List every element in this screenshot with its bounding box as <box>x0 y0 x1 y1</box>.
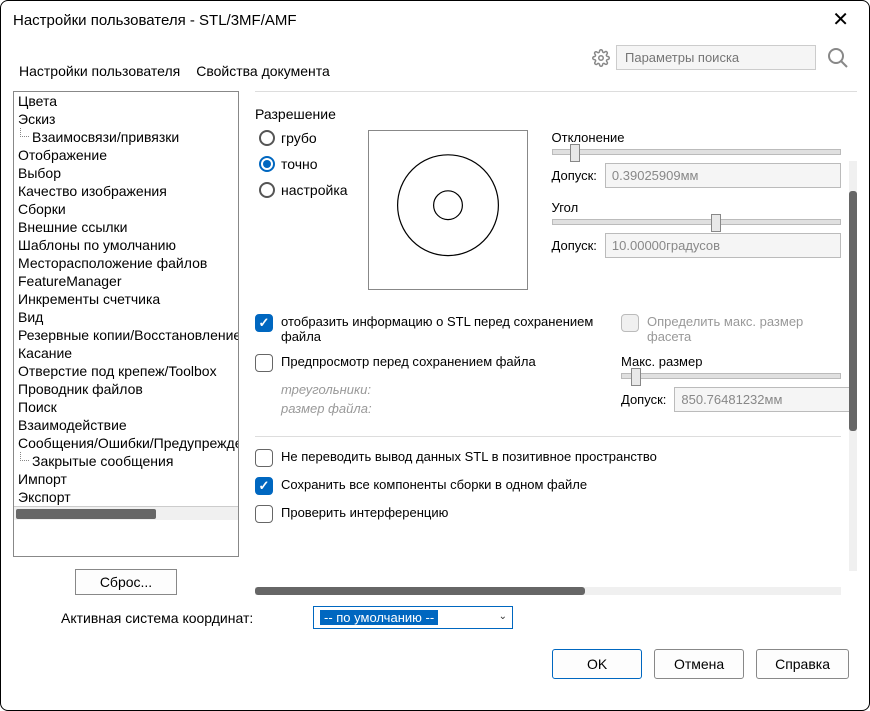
chk-interference-label: Проверить интерференцию <box>281 505 448 520</box>
chk-no-positive-label: Не переводить вывод данных STL в позитив… <box>281 449 657 464</box>
reset-button[interactable]: Сброс... <box>75 569 177 595</box>
tree-item[interactable]: Резервные копии/Восстановление <box>14 326 239 344</box>
angle-slider[interactable] <box>552 219 841 225</box>
tree-item[interactable]: Импорт <box>14 470 239 488</box>
tree-item[interactable]: Эскиз <box>14 110 239 128</box>
tree-item[interactable]: Взаимодействие <box>14 416 239 434</box>
mesh-preview <box>368 130 528 290</box>
radio-custom[interactable]: настройка <box>259 182 348 198</box>
tree-item[interactable]: Внешние ссылки <box>14 218 239 236</box>
tree-item[interactable]: Выбор <box>14 164 239 182</box>
angle-tol-label: Допуск: <box>552 238 597 253</box>
maxsize-label: Макс. размер <box>621 354 841 369</box>
search-icon[interactable] <box>826 46 850 70</box>
deviation-slider[interactable] <box>552 149 841 155</box>
radio-fine-label: точно <box>281 156 318 172</box>
angle-label: Угол <box>552 200 841 215</box>
tree-item[interactable]: Качество изображения <box>14 182 239 200</box>
tree-item[interactable]: Отверстие под крепеж/Toolbox <box>14 362 239 380</box>
deviation-tol-label: Допуск: <box>552 168 597 183</box>
chevron-down-icon: ⌄ <box>499 611 507 622</box>
tree-item[interactable]: Касание <box>14 344 239 362</box>
gear-icon <box>592 49 610 67</box>
tree-item[interactable]: Поиск <box>14 398 239 416</box>
chk-preview-before-save[interactable]: Предпросмотр перед сохранением файла <box>255 354 601 372</box>
search-input[interactable] <box>616 45 816 70</box>
coord-system-select[interactable]: -- по умолчанию -- ⌄ <box>313 606 513 629</box>
tree-item[interactable]: Цвета <box>14 92 239 110</box>
filesize-info: размер файла: <box>281 401 601 416</box>
tree-item[interactable]: Вид <box>14 308 239 326</box>
chk-show-stl-info-label: отобразить информацию о STL перед сохран… <box>281 314 601 344</box>
tree-item[interactable]: Взаимосвязи/привязки <box>14 128 239 146</box>
chk-max-facet: Определить макс. размер фасета <box>621 314 841 344</box>
tree-hscrollbar[interactable] <box>14 506 238 520</box>
tab-document-properties[interactable]: Свойства документа <box>194 59 332 85</box>
radio-coarse[interactable]: грубо <box>259 130 348 146</box>
tree-item[interactable]: Проводник файлов <box>14 380 239 398</box>
deviation-label: Отклонение <box>552 130 841 145</box>
tree-item[interactable]: Отображение <box>14 146 239 164</box>
maxsize-tol-label: Допуск: <box>621 392 666 407</box>
help-button[interactable]: Справка <box>756 649 849 679</box>
tree-item[interactable]: Сборки <box>14 200 239 218</box>
settings-tree[interactable]: ЦветаЭскизВзаимосвязи/привязкиОтображени… <box>13 91 239 557</box>
chk-single-file-label: Сохранить все компоненты сборки в одном … <box>281 477 587 492</box>
close-icon[interactable]: ✕ <box>824 6 857 34</box>
tree-item[interactable]: Сообщения/Ошибки/Предупреждения <box>14 434 239 452</box>
resolution-label: Разрешение <box>255 106 841 122</box>
tree-item[interactable]: Экспорт <box>14 488 239 506</box>
maxsize-input[interactable] <box>674 387 857 412</box>
chk-no-positive-space[interactable]: Не переводить вывод данных STL в позитив… <box>255 449 841 467</box>
chk-max-facet-label: Определить макс. размер фасета <box>647 314 841 344</box>
radio-fine[interactable]: точно <box>259 156 348 172</box>
cancel-button[interactable]: Отмена <box>654 649 744 679</box>
chk-single-file[interactable]: Сохранить все компоненты сборки в одном … <box>255 477 841 495</box>
ok-button[interactable]: OK <box>552 649 642 679</box>
tree-item[interactable]: Закрытые сообщения <box>14 452 239 470</box>
maxsize-slider[interactable] <box>621 373 841 379</box>
content-vscrollbar[interactable] <box>849 161 857 571</box>
coord-system-value: -- по умолчанию -- <box>320 610 438 625</box>
triangles-info: треугольники: <box>281 382 601 397</box>
content-hscrollbar[interactable] <box>255 587 841 595</box>
radio-coarse-label: грубо <box>281 130 317 146</box>
tree-item[interactable]: Шаблоны по умолчанию <box>14 236 239 254</box>
tree-item[interactable]: Инкременты счетчика <box>14 290 239 308</box>
chk-check-interference[interactable]: Проверить интерференцию <box>255 505 841 523</box>
tab-user-settings[interactable]: Настройки пользователя <box>17 59 182 85</box>
chk-preview-label: Предпросмотр перед сохранением файла <box>281 354 536 369</box>
chk-show-stl-info[interactable]: отобразить информацию о STL перед сохран… <box>255 314 601 344</box>
tree-item[interactable]: Месторасположение файлов <box>14 254 239 272</box>
radio-custom-label: настройка <box>281 182 348 198</box>
tree-item[interactable]: FeatureManager <box>14 272 239 290</box>
window-title: Настройки пользователя - STL/3MF/AMF <box>13 12 297 29</box>
angle-input[interactable] <box>605 233 841 258</box>
deviation-input[interactable] <box>605 163 841 188</box>
coord-system-label: Активная система координат: <box>21 610 301 626</box>
